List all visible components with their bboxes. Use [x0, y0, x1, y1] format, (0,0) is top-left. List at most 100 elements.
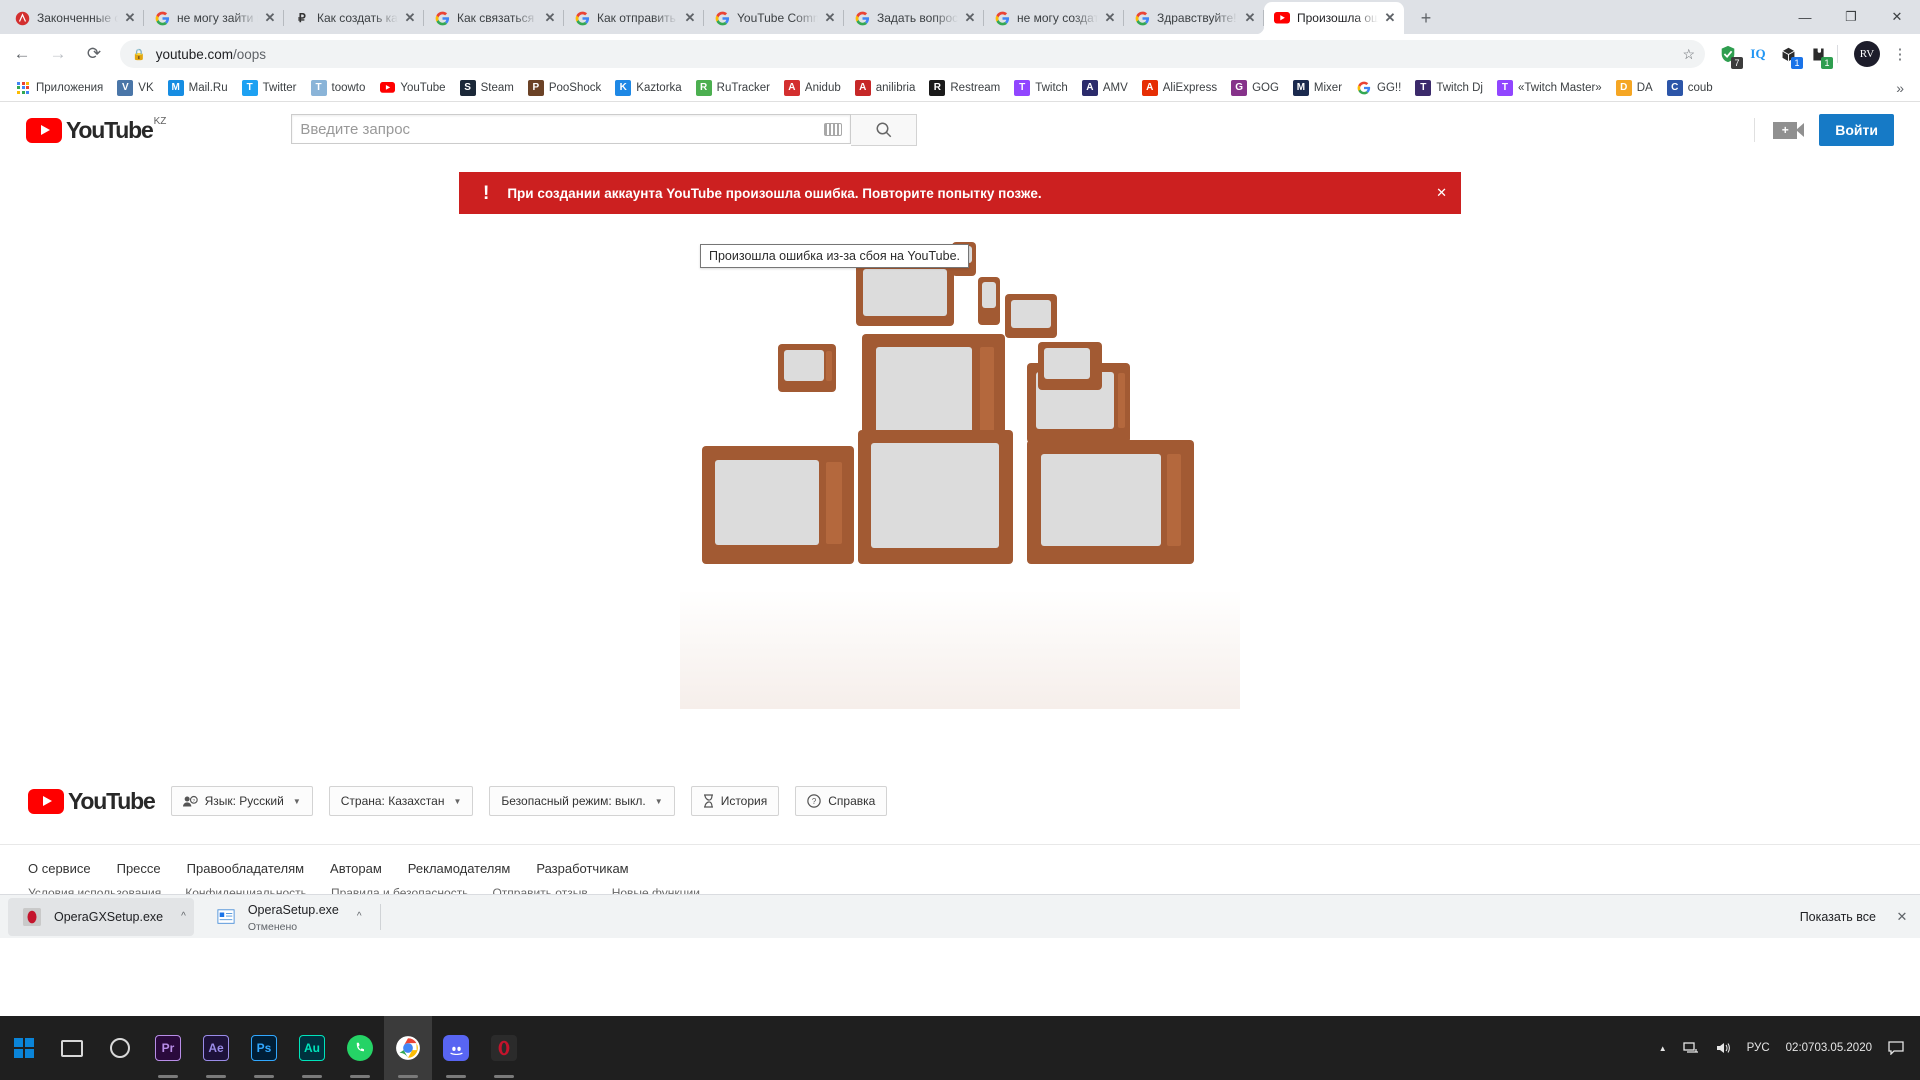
box-extension-icon[interactable]: 1 [1775, 41, 1803, 69]
footer-control-5[interactable]: ? Справка [795, 786, 888, 816]
language-indicator[interactable]: РУС [1739, 1042, 1778, 1054]
browser-tab[interactable]: Как отправить отзы ✕ [564, 2, 704, 34]
taskbar-premiere-pro-icon[interactable]: Pr [144, 1016, 192, 1080]
chevron-up-icon[interactable]: ^ [357, 911, 362, 922]
youtube-logo[interactable]: YouTube KZ [26, 116, 166, 143]
banner-close-icon[interactable]: ✕ [1436, 185, 1447, 201]
chrome-menu-button[interactable]: ⋮ [1888, 45, 1912, 63]
footer-link[interactable]: Авторам [330, 861, 382, 876]
search-field-wrap[interactable] [291, 114, 852, 144]
new-tab-button[interactable]: + [1412, 4, 1440, 32]
footer-youtube-logo[interactable]: YouTube [28, 788, 156, 814]
bookmark-item[interactable]: S Steam [453, 77, 521, 99]
start-button[interactable] [0, 1016, 48, 1080]
bookmark-item[interactable]: YouTube [372, 77, 452, 99]
back-button[interactable]: ← [8, 40, 36, 68]
search-input[interactable] [300, 120, 825, 138]
adblock-shield-icon[interactable]: 7 [1715, 41, 1743, 69]
reload-button[interactable]: ⟳ [80, 40, 108, 68]
address-bar[interactable]: 🔒 youtube.com/oops ☆ [120, 40, 1705, 68]
tray-chevron-icon[interactable]: ▲ [1651, 1044, 1675, 1053]
bookmark-item[interactable]: A AMV [1075, 77, 1135, 99]
task-view-button[interactable] [48, 1016, 96, 1080]
taskbar-whatsapp-icon[interactable] [336, 1016, 384, 1080]
bookmark-item[interactable]: Ccoub [1660, 77, 1720, 99]
close-shelf-icon[interactable]: ✕ [1884, 909, 1920, 925]
taskbar-after-effects-icon[interactable]: Ae [192, 1016, 240, 1080]
browser-tab[interactable]: не могу зайти в св ✕ [144, 2, 284, 34]
bookmark-item[interactable]: R Restream [922, 77, 1007, 99]
footer-link[interactable]: Прессе [117, 861, 161, 876]
cortana-button[interactable] [96, 1016, 144, 1080]
minimize-button[interactable]: — [1782, 0, 1828, 34]
bookmark-item[interactable]: T Twitter [235, 77, 304, 99]
taskbar-opera-gx-icon[interactable] [480, 1016, 528, 1080]
bookmark-item[interactable]: T «Twitch Master» [1490, 77, 1609, 99]
sign-in-button[interactable]: Войти [1819, 114, 1894, 146]
tab-close-button[interactable]: ✕ [122, 10, 138, 26]
footer-link[interactable]: Правообладателям [187, 861, 304, 876]
browser-tab[interactable]: не могу создать ка ✕ [984, 2, 1124, 34]
browser-tab-active[interactable]: Произошла ошибк ✕ [1264, 2, 1404, 34]
tab-close-button[interactable]: ✕ [1102, 10, 1118, 26]
footer-control-4[interactable]: История [690, 786, 780, 816]
bookmark-item[interactable]: GG!! [1349, 77, 1408, 99]
network-icon[interactable] [1675, 1041, 1707, 1055]
notification-icon[interactable] [1880, 1041, 1920, 1055]
forward-button[interactable]: → [44, 40, 72, 68]
iq-icon[interactable]: IQ [1745, 41, 1771, 67]
show-all-downloads-button[interactable]: Показать все [1792, 910, 1884, 924]
footer-control-2[interactable]: Страна: Казахстан ▼ [328, 786, 474, 816]
tab-close-button[interactable]: ✕ [962, 10, 978, 26]
tab-close-button[interactable]: ✕ [542, 10, 558, 26]
bookmarks-overflow-button[interactable]: » [1888, 80, 1912, 96]
tab-close-button[interactable]: ✕ [1382, 10, 1398, 26]
tab-close-button[interactable]: ✕ [402, 10, 418, 26]
bookmark-star-icon[interactable]: ☆ [1682, 46, 1695, 63]
volume-icon[interactable] [1707, 1041, 1739, 1055]
bookmark-item[interactable]: G GOG [1224, 77, 1286, 99]
tab-close-button[interactable]: ✕ [262, 10, 278, 26]
browser-tab[interactable]: YouTube Communit ✕ [704, 2, 844, 34]
bookmark-item[interactable]: P PooShock [521, 77, 608, 99]
chevron-up-icon[interactable]: ^ [181, 911, 186, 922]
tab-close-button[interactable]: ✕ [1242, 10, 1258, 26]
bookmark-item[interactable]: M Mail.Ru [161, 77, 235, 99]
tab-close-button[interactable]: ✕ [822, 10, 838, 26]
taskbar-photoshop-icon[interactable]: Ps [240, 1016, 288, 1080]
browser-tab[interactable]: Как связаться со сп ✕ [424, 2, 564, 34]
clock[interactable]: 02:07 03.05.2020 [1778, 1041, 1880, 1056]
bookmark-item[interactable]: K Kaztorka [608, 77, 688, 99]
download-item[interactable]: OperaGXSetup.exe ^ [8, 897, 194, 936]
browser-tab[interactable]: Здравствуйте! Я уд ✕ [1124, 2, 1264, 34]
bookmark-item[interactable]: A Anidub [777, 77, 848, 99]
taskbar-audition-icon[interactable]: Au [288, 1016, 336, 1080]
footer-control-3[interactable]: Безопасный режим: выкл. ▼ [489, 786, 675, 816]
footer-control-1[interactable]: ? Язык: Русский ▼ [170, 786, 313, 816]
footer-link[interactable]: О сервисе [28, 861, 91, 876]
maximize-button[interactable]: ❐ [1828, 0, 1874, 34]
taskbar-discord-icon[interactable] [432, 1016, 480, 1080]
bookmark-item[interactable]: A AliExpress [1135, 77, 1224, 99]
bookmark-item[interactable]: Приложения [8, 77, 110, 99]
bookmark-item[interactable]: D DA [1609, 77, 1660, 99]
puzzle-extension-icon[interactable]: 1 [1805, 41, 1833, 69]
bookmark-item[interactable]: T Twitch [1007, 77, 1075, 99]
browser-tab[interactable]: Задать вопрос - Yo ✕ [844, 2, 984, 34]
video-camera-plus-icon[interactable]: + [1773, 121, 1805, 139]
close-window-button[interactable]: ✕ [1874, 0, 1920, 34]
taskbar-chrome-icon[interactable] [384, 1016, 432, 1080]
bookmark-item[interactable]: M Mixer [1286, 77, 1349, 99]
tab-close-button[interactable]: ✕ [682, 10, 698, 26]
download-item[interactable]: OperaSetup.exe Отменено ^ [202, 898, 370, 936]
footer-link[interactable]: Рекламодателям [408, 861, 511, 876]
search-button[interactable] [851, 114, 918, 146]
profile-avatar[interactable]: RV [1854, 41, 1880, 67]
bookmark-item[interactable]: Aanilibria [848, 77, 923, 99]
bookmark-item[interactable]: V VK [110, 77, 160, 99]
bookmark-item[interactable]: Ttoowto [304, 77, 373, 99]
browser-tab[interactable]: Законченные сери ✕ [4, 2, 144, 34]
bookmark-item[interactable]: R RuTracker [689, 77, 777, 99]
footer-link[interactable]: Разработчикам [536, 861, 628, 876]
bookmark-item[interactable]: T Twitch Dj [1408, 77, 1490, 99]
